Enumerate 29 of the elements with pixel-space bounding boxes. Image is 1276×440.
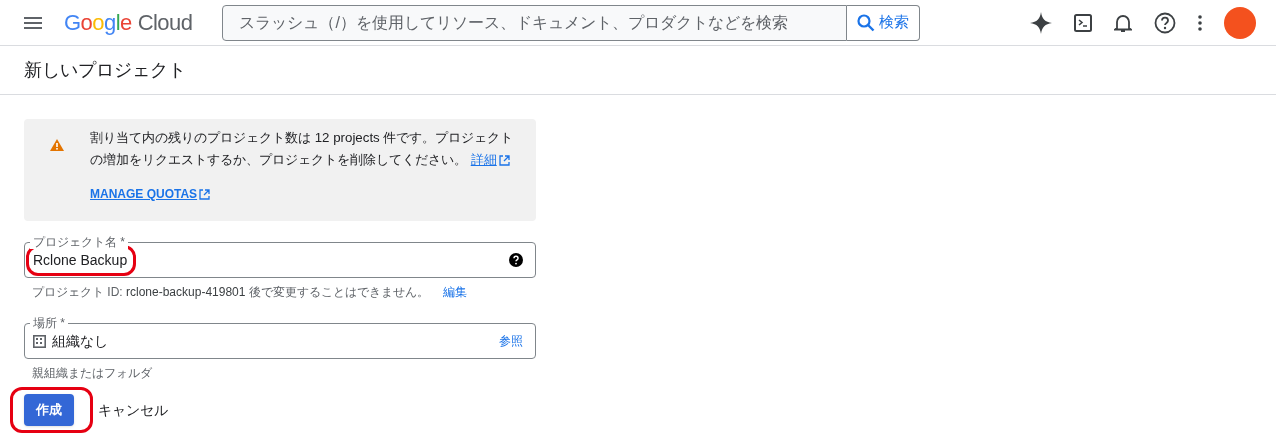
external-link-icon [498, 154, 510, 166]
details-link[interactable]: 詳細 [470, 149, 510, 171]
create-button[interactable]: 作成 [24, 394, 74, 426]
field-label: 場所 * [30, 316, 68, 330]
field-hint: プロジェクト ID: rclone-backup-419801 後で変更することはできません。 [32, 284, 429, 301]
notification-bell-icon[interactable] [1114, 12, 1132, 33]
more-options-icon[interactable] [1198, 14, 1202, 31]
search-field[interactable]: スラッシュ（/）を使用してリソース、ドキュメント、プロダクトなどを検索 [222, 4, 848, 41]
field-label: プロジェクト名 * [30, 235, 128, 249]
help-icon[interactable] [1154, 11, 1176, 34]
search-icon [857, 13, 876, 32]
manage-quotas-link[interactable]: MANAGE QUOTAS [90, 185, 211, 203]
sparkle-icon[interactable] [1030, 11, 1052, 34]
search-button[interactable]: 検索 [847, 4, 921, 41]
edit-link[interactable]: 編集 [442, 283, 467, 301]
help-icon[interactable] [509, 253, 523, 267]
menu-icon[interactable] [24, 16, 42, 29]
page-title: 新しいプロジェクト [24, 58, 186, 82]
cancel-button[interactable]: キャンセル [98, 394, 168, 426]
logo[interactable]: Google Cloud [64, 11, 193, 34]
external-link-icon [199, 188, 211, 200]
field-value: 組織なし [52, 331, 108, 351]
quota-message: 割り当て内の残りのプロジェクト数は 12 projects 件です。プロジェクトの増加をリクエストするか、プロジェクトを削除してください。 詳細 [90, 127, 520, 171]
terminal-icon[interactable] [1074, 13, 1092, 32]
building-icon [33, 334, 46, 348]
field-hint: 親組織またはフォルダ [31, 365, 153, 382]
browse-link[interactable]: 参照 [499, 332, 523, 350]
account-avatar[interactable] [1224, 6, 1256, 39]
warning-icon [50, 139, 64, 151]
